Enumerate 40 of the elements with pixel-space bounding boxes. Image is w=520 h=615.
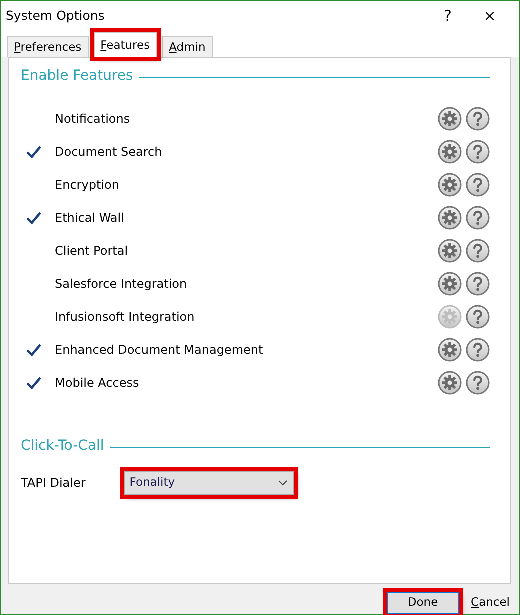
help-icon[interactable] [466, 239, 490, 264]
gear-icon[interactable] [438, 239, 462, 264]
help-button[interactable]: ? [427, 4, 469, 28]
section-title: Click-To-Call [21, 436, 104, 456]
help-icon[interactable] [466, 206, 490, 230]
gear-icon[interactable] [438, 107, 462, 132]
gear-icon[interactable] [438, 206, 462, 230]
feature-label: Encryption [55, 177, 120, 194]
feature-label: Document Search [55, 144, 164, 162]
caret-icon [278, 480, 288, 486]
feature-label: Ethical Wall [55, 210, 126, 228]
cancel-button[interactable]: Cancel [471, 594, 510, 612]
help-icon[interactable] [466, 272, 490, 296]
section-title: Enable Features [21, 66, 134, 86]
tab[interactable]: Preferences [7, 36, 89, 57]
gear-icon[interactable] [438, 371, 462, 396]
checkmark-icon[interactable] [26, 376, 42, 390]
help-icon[interactable] [466, 338, 490, 362]
help-icon[interactable] [466, 305, 490, 330]
feature-label: Mobile Access [55, 375, 140, 392]
help-icon[interactable] [466, 173, 490, 198]
help-icon[interactable] [466, 140, 490, 164]
field-label: TAPI Dialer [21, 474, 86, 492]
feature-label: Infusionsoft Integration [55, 309, 196, 326]
feature-label: Salesforce Integration [55, 276, 188, 294]
close-button[interactable]: × [469, 4, 511, 28]
help-icon[interactable] [466, 107, 490, 132]
gear-icon[interactable] [438, 338, 462, 362]
help-icon[interactable] [466, 371, 490, 396]
feature-label: Notifications [55, 111, 132, 128]
tab[interactable]: Admin [162, 36, 213, 57]
checkmark-icon[interactable] [26, 145, 42, 160]
gear-icon[interactable] [438, 140, 462, 164]
gear-icon[interactable] [438, 272, 462, 296]
checkmark-icon[interactable] [26, 211, 42, 226]
window-title: System Options [6, 6, 106, 25]
checkmark-icon[interactable] [26, 343, 42, 358]
gear-icon[interactable] [438, 173, 462, 198]
feature-label: Client Portal [55, 243, 130, 260]
feature-label: Enhanced Document Management [55, 342, 264, 360]
